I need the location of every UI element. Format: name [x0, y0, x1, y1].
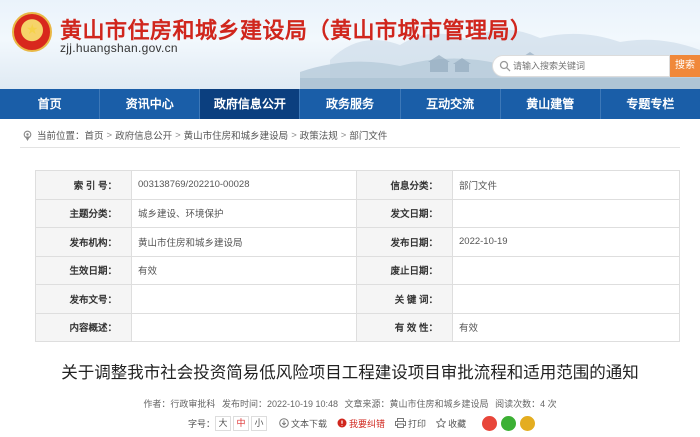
breadcrumb: 当前位置： 首页 > 政府信息公开 > 黄山市住房和城乡建设局 > 政策法规 >…	[22, 128, 387, 142]
summary-value	[131, 312, 357, 342]
nav-special-topics[interactable]: 专题专栏	[601, 89, 700, 119]
validity-value: 有效	[452, 312, 680, 342]
national-emblem-icon: ★	[12, 12, 52, 52]
meta-time: 发布时间：2022-10-19 10:48	[221, 399, 339, 409]
divider	[20, 147, 680, 148]
font-medium-button[interactable]: 中	[233, 415, 250, 431]
publish-date-value: 2022-10-19	[452, 227, 680, 257]
effective-date-label: 生效日期：	[35, 255, 132, 285]
print-label: 打印	[408, 418, 427, 429]
favorite-label: 收藏	[448, 418, 467, 429]
breadcrumb-policy[interactable]: 政策法规	[300, 128, 338, 142]
topic-label: 主题分类：	[35, 198, 132, 228]
category-label: 信息分类：	[356, 170, 453, 200]
font-large-button[interactable]: 大	[215, 415, 232, 431]
favorite-button[interactable]: 收藏	[436, 417, 466, 430]
share-group	[478, 415, 536, 431]
table-row: 索 引 号： 003138769/202210-00028 信息分类： 部门文件	[35, 170, 680, 200]
publisher-label: 发布机构：	[35, 227, 132, 257]
main-nav: 首页 资讯中心 政府信息公开 政务服务 互动交流 黄山建管 专题专栏	[0, 89, 700, 119]
download-label: 文本下载	[291, 418, 328, 429]
report-error-button[interactable]: 我要纠错	[337, 417, 385, 430]
download-icon	[279, 418, 289, 428]
publish-date-label: 发布日期：	[356, 227, 453, 257]
doc-no-label: 发布文号：	[35, 284, 132, 314]
nav-construction[interactable]: 黄山建管	[501, 89, 601, 119]
effective-date-value: 有效	[131, 255, 357, 285]
category-value: 部门文件	[452, 170, 680, 200]
article-tools: 字号： 大 中 小 文本下载 我要纠错 打印 收藏	[188, 414, 536, 432]
nav-home[interactable]: 首页	[0, 89, 101, 119]
breadcrumb-dept-docs[interactable]: 部门文件	[349, 128, 387, 142]
nav-gov-info[interactable]: 政府信息公开	[200, 89, 301, 119]
breadcrumb-gov-info[interactable]: 政府信息公开	[115, 128, 172, 142]
table-row: 发布文号： 关 键 词：	[35, 284, 680, 314]
search-box	[492, 55, 670, 77]
weibo-icon[interactable]	[482, 415, 498, 431]
wechat-icon[interactable]	[501, 415, 517, 431]
search-input[interactable]	[513, 58, 663, 74]
repeal-date-label: 废止日期：	[356, 255, 453, 285]
topic-value: 城乡建设、环境保护	[131, 198, 357, 228]
star-icon	[436, 418, 447, 428]
document-info-table: 索 引 号： 003138769/202210-00028 信息分类： 部门文件…	[35, 170, 680, 342]
print-icon	[395, 418, 407, 428]
error-icon	[337, 418, 347, 428]
report-error-label: 我要纠错	[349, 418, 386, 429]
keywords-value	[452, 284, 680, 314]
nav-interaction[interactable]: 互动交流	[401, 89, 501, 119]
repeal-date-value	[452, 255, 680, 285]
nav-services[interactable]: 政务服务	[300, 89, 401, 119]
breadcrumb-bureau[interactable]: 黄山市住房和城乡建设局	[184, 128, 289, 142]
summary-label: 内容概述：	[35, 312, 132, 342]
doc-no-value	[131, 284, 357, 314]
breadcrumb-home[interactable]: 首页	[85, 128, 104, 142]
index-no-label: 索 引 号：	[35, 170, 132, 200]
meta-author: 作者：行政审批科	[143, 399, 216, 409]
breadcrumb-prefix: 当前位置：	[37, 131, 85, 142]
print-button[interactable]: 打印	[395, 417, 426, 430]
table-row: 主题分类： 城乡建设、环境保护 发文日期：	[35, 198, 680, 228]
meta-source: 文章来源：黄山市住房和城乡建设局	[344, 399, 489, 409]
search-icon	[499, 60, 511, 72]
table-row: 发布机构： 黄山市住房和城乡建设局 发布日期： 2022-10-19	[35, 227, 680, 257]
validity-label: 有 效 性：	[356, 312, 453, 342]
meta-reads: 阅读次数：4 次	[495, 399, 557, 409]
nav-news[interactable]: 资讯中心	[100, 89, 201, 119]
download-text-button[interactable]: 文本下载	[279, 417, 327, 430]
table-row: 生效日期： 有效 废止日期：	[35, 255, 680, 285]
font-small-button[interactable]: 小	[251, 415, 268, 431]
keywords-label: 关 键 词：	[356, 284, 453, 314]
site-header: ★ 黄山市住房和城乡建设局（黄山市城市管理局） zjj.huangshan.go…	[0, 0, 700, 89]
table-row: 内容概述： 有 效 性： 有效	[35, 312, 680, 342]
index-no-value: 003138769/202210-00028	[131, 170, 357, 200]
publisher-value: 黄山市住房和城乡建设局	[131, 227, 357, 257]
font-size-label: 字号：	[188, 418, 216, 429]
site-url: zjj.huangshan.gov.cn	[60, 41, 178, 55]
home-icon	[23, 130, 32, 141]
issue-date-label: 发文日期：	[356, 198, 453, 228]
document-title: 关于调整我市社会投资简易低风险项目工程建设项目审批流程和适用范围的通知	[61, 363, 639, 382]
qzone-icon[interactable]	[520, 415, 536, 431]
issue-date-value	[452, 198, 680, 228]
document-meta: 作者：行政审批科 发布时间：2022-10-19 10:48 文章来源：黄山市住…	[0, 397, 700, 410]
search-button[interactable]: 搜索	[670, 55, 700, 77]
